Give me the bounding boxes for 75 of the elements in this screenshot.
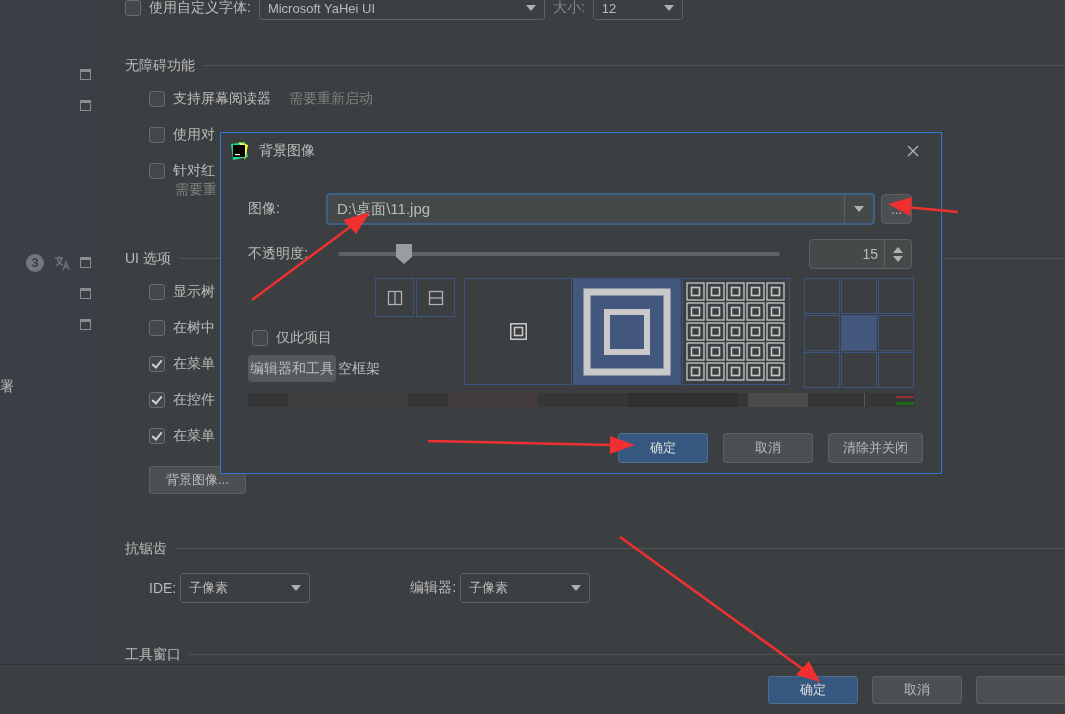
field-label: IDE:	[149, 580, 177, 596]
split-columns-icon	[386, 289, 403, 306]
checkbox[interactable]	[149, 428, 165, 444]
section-title: 无障碍功能	[125, 56, 195, 75]
target-toggle[interactable]: 空框架	[336, 355, 382, 382]
font-label: 使用自定义字体:	[149, 0, 251, 17]
dialog-button[interactable]: 取消	[723, 433, 813, 463]
option-label: 显示树	[173, 283, 215, 301]
tile-mode-button[interactable]	[682, 278, 790, 385]
ok-button[interactable]: 确定	[768, 675, 858, 704]
background-image-button[interactable]: 背景图像...	[149, 466, 246, 494]
app-logo-icon	[229, 141, 249, 161]
anchor-cell[interactable]	[878, 315, 914, 351]
option-label: 支持屏幕阅读器	[173, 90, 271, 108]
checkbox[interactable]	[149, 127, 165, 143]
section-title: 工具窗口	[125, 645, 181, 664]
window-icon	[80, 257, 91, 268]
checkbox[interactable]	[149, 163, 165, 179]
window-icon	[80, 100, 91, 111]
flip-vertical-button[interactable]	[416, 278, 455, 317]
scale-mode-button[interactable]	[573, 278, 681, 385]
small-square-icon	[509, 323, 527, 340]
window-icon	[80, 319, 91, 330]
image-label: 图像:	[248, 200, 281, 218]
slider-thumb[interactable]	[395, 243, 414, 265]
section-title: UI 选项	[125, 249, 171, 268]
anchor-cell[interactable]	[804, 315, 840, 351]
anchor-cell[interactable]	[841, 352, 877, 388]
window-icon	[80, 288, 91, 299]
anchor-cell[interactable]	[878, 278, 914, 314]
option-label: 在菜单	[173, 355, 215, 373]
option-label: 在树中	[173, 319, 215, 337]
opacity-label: 不透明度:	[248, 245, 309, 263]
dialog-title: 背景图像	[259, 142, 315, 160]
target-toggle[interactable]: 编辑器和工具	[248, 355, 336, 382]
font-dropdown[interactable]: Microsoft YaHei UI	[258, 0, 545, 20]
checkbox[interactable]	[149, 392, 165, 408]
size-dropdown[interactable]: 12	[592, 0, 683, 20]
flip-horizontal-button[interactable]	[375, 278, 414, 317]
restart-note: 需要重	[175, 181, 217, 199]
button[interactable]: 取消	[872, 675, 962, 704]
window-icon	[80, 69, 91, 80]
button[interactable]	[976, 675, 1065, 704]
restart-note: 需要重新启动	[289, 90, 373, 108]
anchor-cell[interactable]	[804, 278, 840, 314]
anchor-cell[interactable]	[878, 352, 914, 388]
translate-icon	[54, 254, 70, 271]
section-title: 抗锯齿	[125, 539, 167, 558]
arrow-annotation	[888, 197, 959, 216]
checkbox[interactable]	[149, 320, 165, 336]
sidebar-label: 署	[0, 378, 14, 396]
size-label: 大小:	[552, 0, 585, 17]
antialiasing-dropdown[interactable]: 子像素	[180, 573, 311, 603]
checkbox[interactable]	[252, 330, 268, 346]
option-label: 针对红	[173, 162, 215, 180]
option-label: 使用对	[173, 126, 215, 144]
checkbox[interactable]	[149, 91, 165, 107]
close-icon[interactable]	[907, 145, 919, 157]
count-badge: 3	[26, 253, 44, 272]
checkbox[interactable]	[125, 0, 141, 16]
option-label: 在控件	[173, 391, 215, 409]
ok-button[interactable]: 确定	[618, 433, 708, 463]
checkbox[interactable]	[149, 356, 165, 372]
antialiasing-dropdown[interactable]: 子像素	[460, 573, 591, 603]
split-rows-icon	[427, 289, 444, 306]
anchor-cell[interactable]	[841, 278, 877, 314]
option-label: 仅此项目	[276, 329, 332, 347]
anchor-cell[interactable]	[841, 315, 877, 351]
opacity-slider[interactable]	[338, 243, 780, 265]
dialog-button[interactable]: 清除并关闭	[828, 433, 923, 463]
checkbox[interactable]	[149, 284, 165, 300]
anchor-cell[interactable]	[804, 352, 840, 388]
field-label: 编辑器:	[410, 579, 457, 597]
opacity-spinner[interactable]: 15	[809, 239, 912, 269]
option-label: 在菜单	[173, 427, 215, 445]
